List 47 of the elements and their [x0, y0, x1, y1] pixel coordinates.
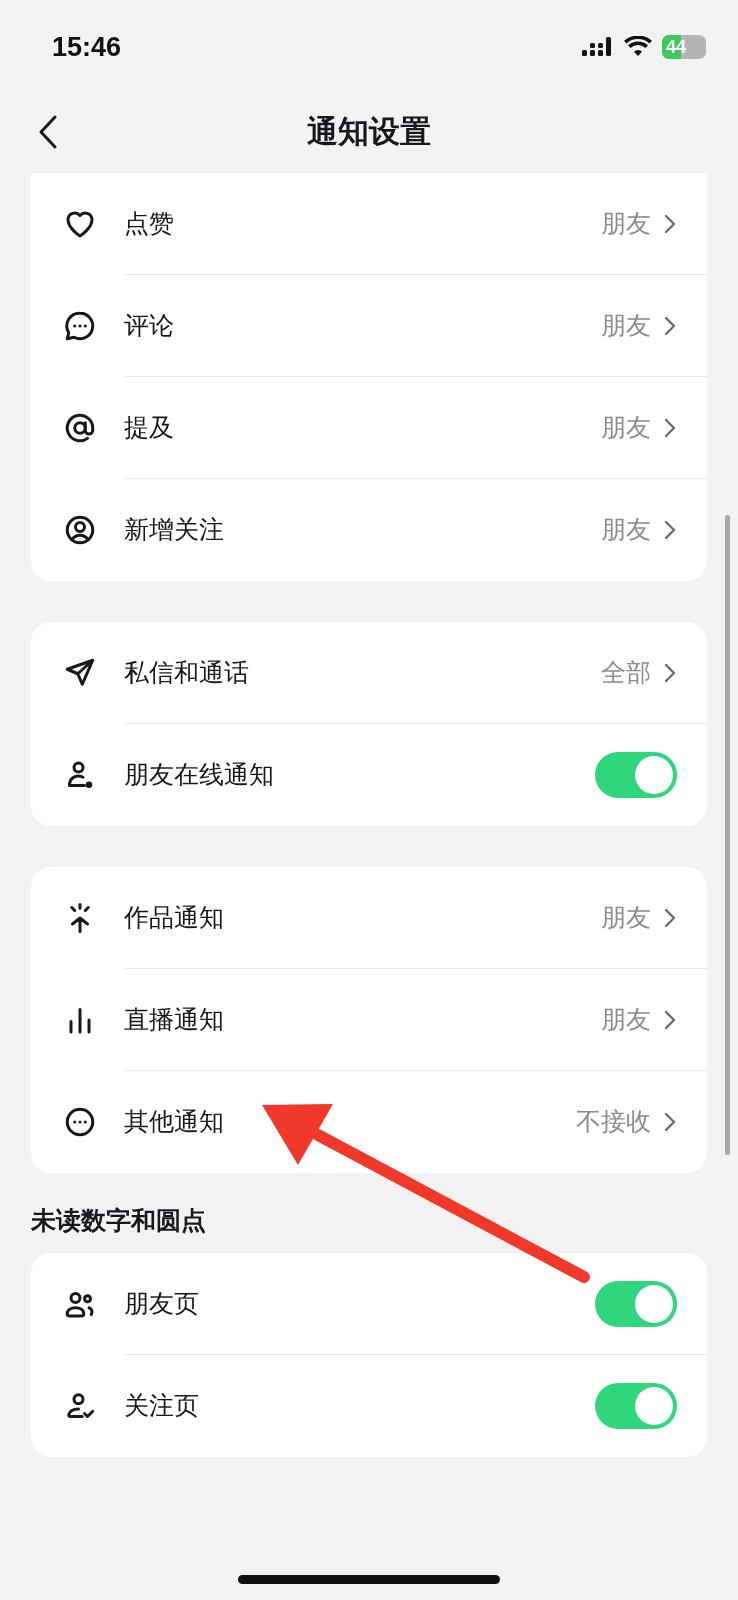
chevron-right-icon [663, 213, 677, 235]
setting-label: 提及 [124, 412, 175, 444]
chevron-right-icon [663, 1009, 677, 1031]
chevron-right-icon [663, 519, 677, 541]
toggle-switch[interactable] [595, 752, 677, 798]
settings-row[interactable]: 其他通知 不接收 [31, 1071, 707, 1173]
section-header: 未读数字和圆点 [31, 1205, 207, 1236]
setting-value: 朋友 [601, 514, 651, 546]
chevron-right-icon [663, 315, 677, 337]
settings-row[interactable]: 关注页 [31, 1355, 707, 1457]
setting-value: 朋友 [601, 902, 651, 934]
settings-row[interactable]: 直播通知 朋友 [31, 969, 707, 1071]
settings-row[interactable]: 私信和通话 全部 [31, 622, 707, 724]
setting-label: 评论 [124, 310, 175, 342]
setting-label: 点赞 [124, 208, 175, 240]
setting-value: 全部 [601, 657, 651, 689]
setting-label: 新增关注 [124, 514, 225, 546]
settings-row[interactable]: 朋友页 [31, 1253, 707, 1355]
setting-label: 其他通知 [124, 1106, 225, 1138]
setting-label: 朋友页 [124, 1288, 200, 1320]
settings-row[interactable]: 作品通知 朋友 [31, 867, 707, 969]
setting-label: 直播通知 [124, 1004, 225, 1036]
chevron-right-icon [663, 662, 677, 684]
back-icon [37, 114, 59, 150]
chevron-right-icon [663, 417, 677, 439]
chevron-right-icon [663, 907, 677, 929]
setting-label: 私信和通话 [124, 657, 250, 689]
settings-row[interactable]: 点赞 朋友 [31, 173, 707, 275]
setting-value: 朋友 [601, 208, 651, 240]
setting-label: 作品通知 [124, 902, 225, 934]
settings-row[interactable]: 新增关注 朋友 [31, 479, 707, 581]
toggle-switch[interactable] [595, 1281, 677, 1327]
chevron-right-icon [663, 1111, 677, 1133]
setting-value: 朋友 [601, 412, 651, 444]
page-title: 通知设置 [307, 112, 431, 151]
settings-row[interactable]: 朋友在线通知 [31, 724, 707, 826]
setting-label: 朋友在线通知 [124, 759, 275, 791]
settings-row[interactable]: 评论 朋友 [31, 275, 707, 377]
setting-value: 不接收 [576, 1106, 651, 1138]
setting-value: 朋友 [601, 1004, 651, 1036]
settings-row[interactable]: 提及 朋友 [31, 377, 707, 479]
wifi-icon [624, 36, 652, 58]
status-time: 15:46 [52, 30, 122, 64]
toggle-switch[interactable] [595, 1383, 677, 1429]
signal-icon [582, 36, 614, 58]
setting-value: 朋友 [601, 310, 651, 342]
setting-label: 关注页 [124, 1390, 200, 1422]
